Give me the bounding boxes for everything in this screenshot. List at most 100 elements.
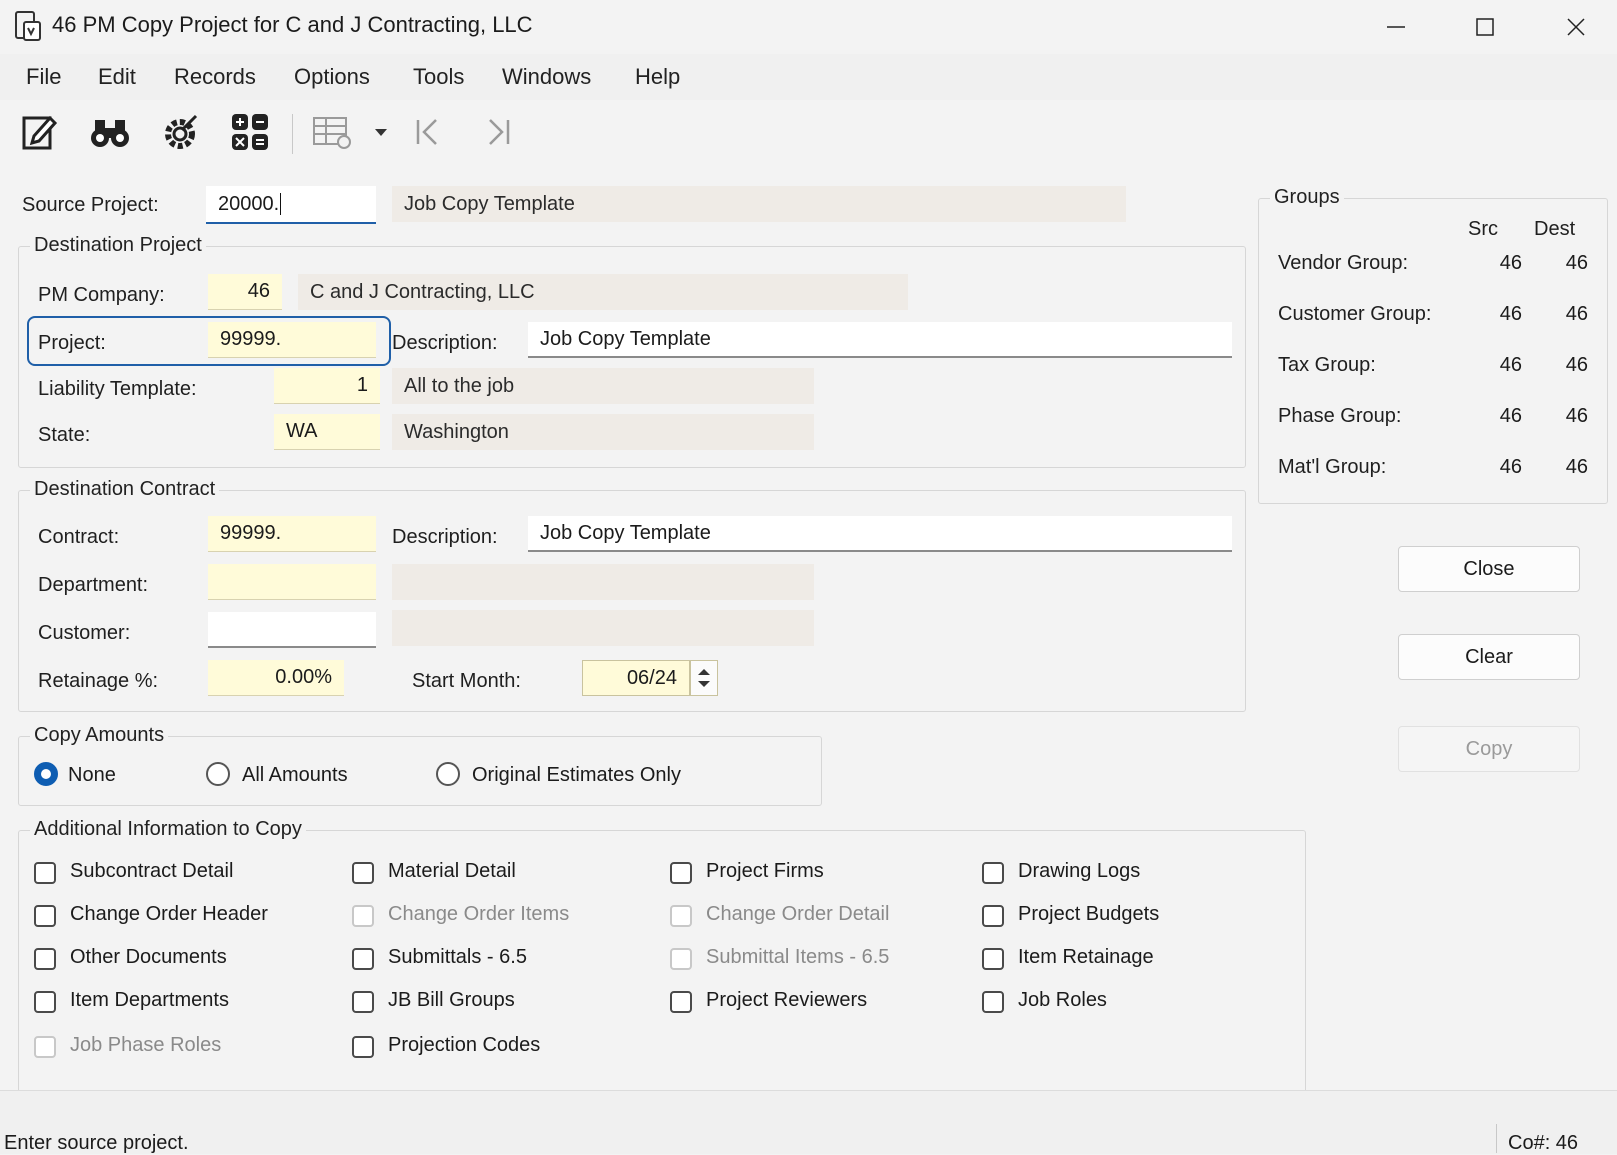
source-project-input[interactable]: 20000.	[206, 186, 376, 224]
checkbox-label: Change Order Header	[70, 903, 268, 925]
checkbox-label: Submittals - 6.5	[388, 946, 527, 968]
project-input[interactable]: 99999.	[208, 322, 376, 358]
pm-company-input[interactable]: 46	[208, 274, 282, 310]
checkbox-project-firms[interactable]	[670, 862, 692, 884]
menu-edit[interactable]: Edit	[98, 64, 136, 90]
project-label: Project:	[38, 332, 106, 354]
checkbox-item-retainage[interactable]	[982, 948, 1004, 970]
project-description-label: Description:	[392, 332, 498, 354]
group-row-label: Customer Group:	[1278, 303, 1432, 325]
dropdown-arrow-icon[interactable]	[375, 124, 387, 142]
checkbox-submittals-6-5[interactable]	[352, 948, 374, 970]
menu-options[interactable]: Options	[294, 64, 370, 90]
checkbox-label: JB Bill Groups	[388, 989, 515, 1011]
contract-description-input[interactable]: Job Copy Template	[528, 516, 1232, 552]
minimize-icon[interactable]	[1360, 0, 1432, 54]
checkbox-label: Submittal Items - 6.5	[706, 946, 890, 968]
checkbox-project-budgets[interactable]	[982, 905, 1004, 927]
radio-original-estimates[interactable]	[436, 762, 460, 786]
calculator-icon[interactable]	[228, 110, 272, 154]
menu-records[interactable]: Records	[174, 64, 256, 90]
groups-dest-header: Dest	[1534, 218, 1576, 240]
clear-button[interactable]: Clear	[1398, 634, 1580, 680]
checkbox-label: Projection Codes	[388, 1034, 541, 1056]
group-row-src: 46	[1499, 456, 1522, 478]
group-row-src: 46	[1499, 252, 1522, 274]
menu-windows[interactable]: Windows	[502, 64, 591, 90]
liability-template-description: All to the job	[392, 368, 814, 404]
source-project-description: Job Copy Template	[392, 186, 1126, 222]
source-project-label: Source Project:	[22, 194, 159, 216]
checkbox-material-detail[interactable]	[352, 862, 374, 884]
status-divider	[1496, 1124, 1497, 1153]
checkbox-item-departments[interactable]	[34, 991, 56, 1013]
destination-project-title: Destination Project	[30, 234, 206, 257]
checkbox-other-documents[interactable]	[34, 948, 56, 970]
title-bar: 46 PM Copy Project for C and J Contracti…	[0, 0, 1617, 54]
customer-input[interactable]	[208, 612, 376, 648]
checkbox-label: Project Budgets	[1018, 903, 1160, 925]
settings-icon[interactable]	[158, 110, 202, 154]
edit-icon[interactable]	[18, 110, 62, 154]
department-label: Department:	[38, 574, 149, 596]
window-title: 46 PM Copy Project for C and J Contracti…	[52, 12, 533, 37]
checkbox-projection-codes[interactable]	[352, 1036, 374, 1058]
checkbox-label: Project Firms	[706, 860, 824, 882]
checkbox-submittal-items-6-5[interactable]	[670, 948, 692, 970]
start-month-label: Start Month:	[412, 670, 521, 692]
project-description-input[interactable]: Job Copy Template	[528, 322, 1232, 358]
start-month-spinner[interactable]	[690, 660, 718, 696]
last-record-icon[interactable]	[476, 110, 520, 154]
contract-input[interactable]: 99999.	[208, 516, 376, 552]
group-row-dest: 46	[1565, 456, 1588, 478]
checkbox-change-order-items[interactable]	[352, 905, 374, 927]
checkbox-change-order-header[interactable]	[34, 905, 56, 927]
find-icon[interactable]	[88, 110, 132, 154]
checkbox-label: Item Departments	[70, 989, 229, 1011]
checkbox-label: Job Roles	[1018, 989, 1107, 1011]
app-icon	[14, 10, 42, 47]
radio-none[interactable]	[34, 762, 58, 786]
first-record-icon[interactable]	[406, 110, 450, 154]
menu-help[interactable]: Help	[635, 64, 680, 90]
retainage-input[interactable]: 0.00%	[208, 660, 344, 696]
group-row-src: 46	[1499, 354, 1522, 376]
grid-settings-icon[interactable]	[310, 110, 354, 154]
checkbox-jb-bill-groups[interactable]	[352, 991, 374, 1013]
customer-label: Customer:	[38, 622, 131, 644]
group-row-dest: 46	[1565, 405, 1588, 427]
group-row-label: Phase Group:	[1278, 405, 1402, 427]
group-row-dest: 46	[1565, 303, 1588, 325]
checkbox-job-roles[interactable]	[982, 991, 1004, 1013]
checkbox-job-phase-roles[interactable]	[34, 1036, 56, 1058]
group-row-label: Mat'l Group:	[1278, 456, 1387, 478]
radio-all-amounts-label: All Amounts	[242, 764, 348, 786]
close-window-icon[interactable]	[1540, 0, 1612, 54]
liability-template-label: Liability Template:	[38, 378, 197, 400]
checkbox-subcontract-detail[interactable]	[34, 862, 56, 884]
checkbox-label: Job Phase Roles	[70, 1034, 222, 1056]
status-company: Co#: 46	[1508, 1132, 1579, 1154]
state-name: Washington	[392, 414, 814, 450]
group-row-src: 46	[1499, 303, 1522, 325]
checkbox-label: Subcontract Detail	[70, 860, 234, 882]
checkbox-label: Material Detail	[388, 860, 516, 882]
radio-all-amounts[interactable]	[206, 762, 230, 786]
maximize-icon[interactable]	[1449, 0, 1521, 54]
menu-tools[interactable]: Tools	[413, 64, 464, 90]
customer-description	[392, 610, 814, 646]
checkbox-drawing-logs[interactable]	[982, 862, 1004, 884]
liability-template-input[interactable]: 1	[274, 368, 380, 404]
group-row-label: Vendor Group:	[1278, 252, 1409, 274]
checkbox-project-reviewers[interactable]	[670, 991, 692, 1013]
menu-file[interactable]: File	[26, 64, 61, 90]
close-button[interactable]: Close	[1398, 546, 1580, 592]
copy-button[interactable]: Copy	[1398, 726, 1580, 772]
additional-info-title: Additional Information to Copy	[30, 818, 306, 841]
start-month-input[interactable]: 06/24	[582, 660, 690, 696]
checkbox-label: Project Reviewers	[706, 989, 868, 1011]
department-input[interactable]	[208, 564, 376, 600]
checkbox-change-order-detail[interactable]	[670, 905, 692, 927]
group-row-dest: 46	[1565, 252, 1588, 274]
state-input[interactable]: WA	[274, 414, 380, 450]
